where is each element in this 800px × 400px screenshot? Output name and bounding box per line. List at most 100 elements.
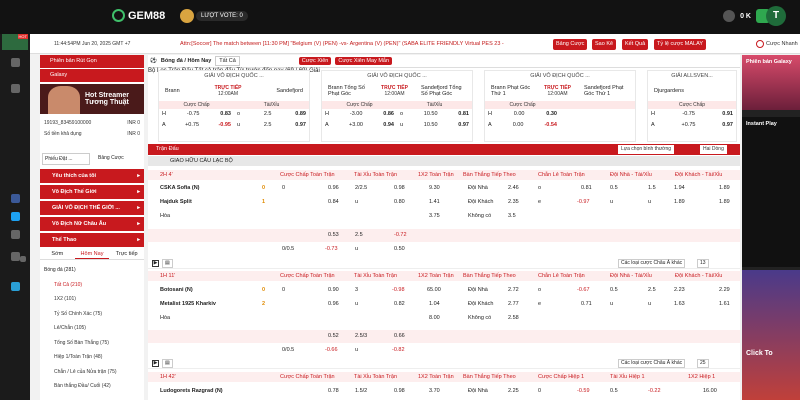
match-header: 2H 4' Cược Chấp Toàn Trận Tài Xỉu Toàn Tr… — [148, 170, 740, 180]
tab-live[interactable]: Trực tiếp — [109, 248, 144, 259]
sports-rail-button[interactable]: HOT — [2, 34, 28, 50]
menu-women-euro[interactable]: Vô Địch Nữ Châu Âu — [40, 217, 144, 231]
quick-bet-toggle[interactable]: Cược Nhanh — [756, 40, 798, 48]
market-ht-ft[interactable]: Hiệp 1/Toàn Trận (48) — [40, 350, 144, 365]
table-row[interactable]: Hòa 3.75 Không có 3.5 — [148, 210, 740, 223]
tab-early[interactable]: Sớm — [40, 248, 75, 259]
featured-card[interactable]: GIẢI VÔ ĐỊCH QUỐC ... Brann Tổng Số Phạt… — [321, 70, 473, 142]
more-markets-select[interactable]: Các loại cược Châu Á khác — [618, 359, 686, 368]
table-row[interactable]: 0.53 2.5 -0.72 — [148, 229, 740, 242]
featured-card[interactable]: GIẢI VÔ ĐỊCH QUỐC ... Brann Phạt Góc Thứ… — [484, 70, 636, 142]
table-row[interactable]: Hòa 8.00 Không có 2.58 — [148, 312, 740, 325]
sport-list: Bóng đá (281) Tất Cả (210) 1X2 (101) Tỷ … — [40, 263, 144, 394]
market-count[interactable]: 13 — [697, 259, 709, 268]
filter-select[interactable]: Tất Cả — [215, 56, 240, 66]
lucky-parlay-tab[interactable]: Cược Xiên May Mắn — [335, 57, 393, 65]
featured-card[interactable]: GIẢI ALLSVEN... Djurgardens Cược Chấp H-… — [647, 70, 737, 142]
table-row[interactable]: 0/0.5 -0.66 u -0.82 — [148, 344, 740, 357]
bet-list-select[interactable]: Bảng Cược — [96, 153, 142, 165]
streamer-banner[interactable]: Hot Streamer Tương Thuật — [40, 84, 144, 114]
stats-icon[interactable]: ▤ — [162, 359, 173, 368]
left-rail: HOT — [0, 34, 30, 400]
info-bar: 11:44:54PM Jun 20, 2025 GMT +7 Attn:[Soc… — [30, 34, 800, 54]
hot-badge: HOT — [17, 34, 28, 39]
gift-icon[interactable] — [11, 58, 20, 67]
table-row[interactable]: CSKA Sofia (N) 0 0 0.96 2/2.5 0.98 9.30 Đội … — [148, 182, 740, 195]
match-controls: ▶ ▤ Các loại cược Châu Á khác 25 — [148, 358, 740, 369]
featured-card[interactable]: GIẢI VÔ ĐỊCH QUỐC ... Brann TRỰC TIẾP 12:0… — [158, 70, 310, 142]
news-ticker[interactable]: Attn:[Soccer] The match between [11:30 P… — [180, 41, 575, 47]
play-icon[interactable]: ▶ — [152, 260, 159, 267]
menu-sports[interactable]: Thể Thao — [40, 233, 144, 247]
compact-version-link[interactable]: Phiên bản Rút Gọn — [40, 55, 144, 68]
facebook-icon[interactable] — [11, 194, 20, 203]
toggle-circle-icon — [756, 40, 764, 48]
avatar[interactable]: T — [766, 6, 786, 26]
account-panel: 19193_83459100000 INR 0 Số tiền khả dụng… — [44, 120, 140, 137]
gem-logo-icon — [112, 9, 125, 22]
match-controls: ▶ ▤ Các loại cược Châu Á khác 13 — [148, 258, 740, 269]
odds-type-select[interactable]: Tỷ lệ cược MALAY — [654, 39, 707, 50]
market-1x2[interactable]: 1X2 (101) — [40, 292, 144, 307]
sport-football[interactable]: Bóng đá (281) — [40, 263, 144, 278]
more-markets-select[interactable]: Các loại cược Châu Á khác — [618, 259, 686, 268]
section-header: Trận Đấu Lựa chọn bình thường Hai Dòng — [148, 144, 740, 155]
display-mode-select[interactable]: Lựa chọn bình thường — [618, 145, 675, 154]
market-odd-even[interactable]: Lẻ/Chẵn (105) — [40, 321, 144, 336]
balance: 0 K — [740, 12, 751, 20]
menu-world-cup[interactable]: Vô Địch Thế Giới — [40, 185, 144, 199]
market-correct-score[interactable]: Tỷ Số Chính Xác (75) — [40, 307, 144, 322]
market-total-goals[interactable]: Tổng Số Bàn Thắng (75) — [40, 336, 144, 351]
match-header: 1H 42' Cược Chấp Toàn Trận Tài Xỉu Toàn T… — [148, 372, 740, 382]
top-bar: GEM88 LƯỢT VOTE: 0 0 K T — [0, 0, 800, 34]
time-tabs: Sớm Hôm Nay Trực tiếp — [40, 248, 144, 260]
table-row[interactable]: 0.52 2.5/3 0.66 — [148, 330, 740, 343]
game-ad[interactable]: Click To — [742, 270, 800, 400]
monitor-icon[interactable] — [11, 252, 20, 261]
messenger-icon[interactable] — [11, 230, 20, 239]
line-mode-select[interactable]: Hai Dòng — [700, 145, 727, 154]
main-header: ⚽ Bóng đá / Hôm Nay Tất Cả Cược Xiên Cượ… — [148, 55, 740, 68]
logo[interactable]: GEM88 — [112, 9, 165, 22]
market-first-last-goal[interactable]: Bàn thắng Đầu/ Cuối (42) — [40, 379, 144, 394]
clock: 11:44:54PM Jun 20, 2025 GMT +7 — [54, 41, 131, 47]
table-row[interactable]: 0/0.5 -0.73 u 0.50 — [148, 243, 740, 256]
match-header: 1H 11' Cược Chấp Toàn Trận Tài Xỉu Toàn T… — [148, 271, 740, 281]
table-row[interactable]: Ludogorets Razgrad (N) 0.78 1.5/2 0.98 3.7… — [148, 385, 740, 398]
table-row[interactable]: Hajduk Split 1 0.84 u 0.80 1.41 Đội Khách 2.3… — [148, 196, 740, 209]
vote-widget[interactable]: LƯỢT VOTE: 0 — [180, 9, 248, 23]
football-icon: ⚽ — [150, 58, 157, 64]
refresh-icon[interactable] — [723, 10, 736, 22]
menu-favorites[interactable]: Yêu thích của tôi — [40, 169, 144, 183]
play-icon[interactable]: ▶ — [152, 360, 159, 367]
main-content: ⚽ Bóng đá / Hôm Nay Tất Cả Cược Xiên Cượ… — [148, 55, 740, 400]
results-button[interactable]: Kết Quả — [622, 39, 649, 50]
bet-slip-select[interactable]: Phiếu Đặt ... — [42, 153, 90, 165]
telegram-icon[interactable] — [11, 282, 20, 291]
market-all[interactable]: Tất Cả (210) — [40, 278, 144, 293]
parlay-tab[interactable]: Cược Xiên — [298, 57, 332, 65]
sidebar-menu: Yêu thích của tôi Vô Địch Thế Giới GIẢI … — [40, 169, 144, 249]
streamer-image — [48, 86, 80, 114]
menu-world-championship[interactable]: GIẢI VÔ ĐỊCH THẾ GIỚI ... — [40, 201, 144, 215]
sidebar: Phiên bản Rút Gọn Galaxy Hot Streamer Tươ… — [40, 55, 144, 400]
instant-play-ad[interactable]: Instant Play — [742, 117, 800, 267]
galaxy-link[interactable]: Galaxy — [40, 69, 144, 82]
coin-icon — [180, 9, 194, 23]
table-row[interactable]: Botosani (N) 0 0 0.90 3 -0.98 65.00 Đội Nhà 2… — [148, 284, 740, 297]
credit-label: Số tiền khả dụng — [44, 131, 82, 137]
league-header[interactable]: GIAO HỮU CÂU LẠC BỘ — [148, 156, 740, 166]
market-count[interactable]: 25 — [697, 359, 709, 368]
phone-icon[interactable] — [20, 256, 26, 262]
chat-icon[interactable] — [11, 84, 20, 93]
statement-button[interactable]: Sao Kê — [592, 39, 617, 50]
tab-today[interactable]: Hôm Nay — [74, 248, 110, 259]
market-half-odd-even[interactable]: Chẵn / Lẻ của Nửa trận (75) — [40, 365, 144, 380]
account-id: 19193_83459100000 — [44, 120, 92, 126]
featured-cards: GIẢI VÔ ĐỊCH QUỐC ... Brann TRỰC TIẾP 12:0… — [148, 70, 740, 142]
table-row[interactable]: Metalist 1925 Kharkiv 2 0.96 u 0.82 1.04 Đội… — [148, 298, 740, 311]
galaxy-ad[interactable]: Phiên bản Galaxy — [742, 55, 800, 110]
stats-icon[interactable]: ▤ — [162, 259, 173, 268]
bet-list-button[interactable]: Bảng Cược — [553, 39, 588, 50]
twitter-icon[interactable] — [11, 212, 20, 221]
